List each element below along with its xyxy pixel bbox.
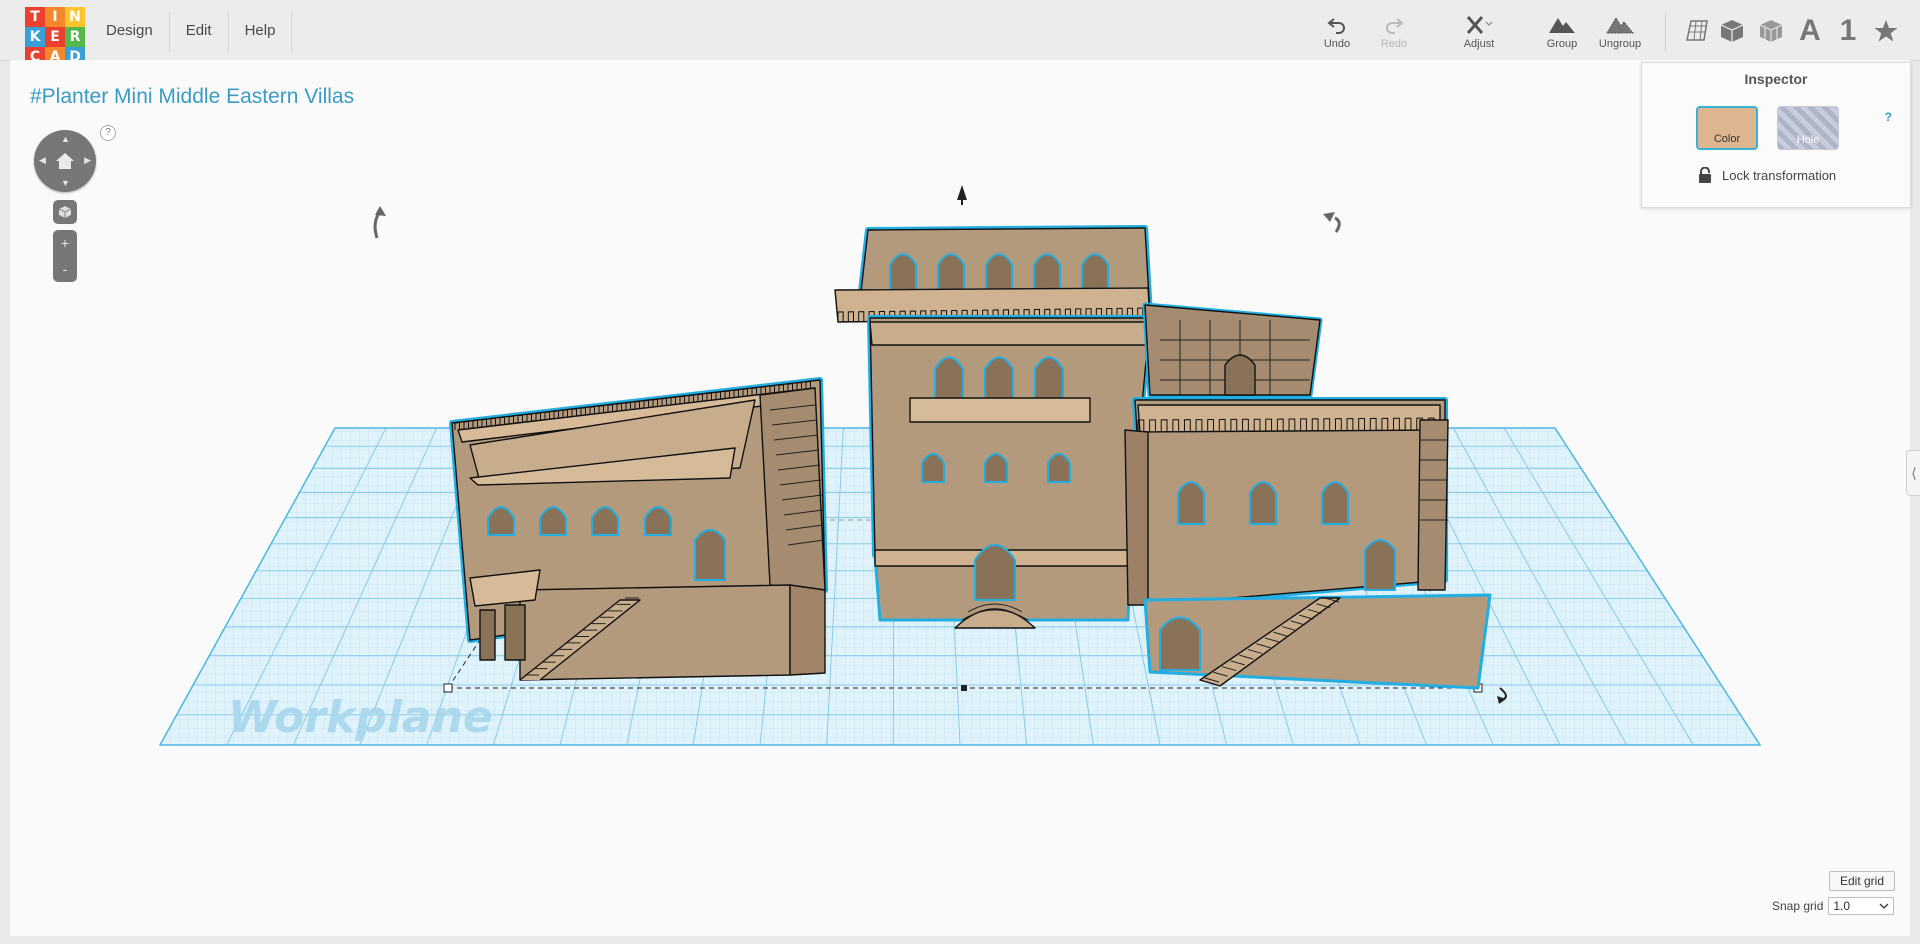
zoom-control: + - [53, 230, 77, 282]
snap-grid-label: Snap grid [1772, 899, 1824, 913]
lock-icon [1699, 167, 1711, 183]
3d-scene: Workplane [158, 185, 1762, 746]
move-up-arrow[interactable] [957, 185, 967, 205]
chevron-down-icon [1879, 903, 1889, 909]
cube-icon [58, 206, 72, 218]
hole-label: Hole [1796, 134, 1820, 146]
color-label: Color [1713, 133, 1741, 145]
color-swatch-button[interactable]: Color [1696, 106, 1758, 150]
project-title[interactable]: #Planter Mini Middle Eastern Villas [30, 85, 354, 109]
snap-grid-select[interactable]: 1.0 [1828, 897, 1895, 915]
corner-handle-left[interactable] [443, 683, 453, 693]
home-icon[interactable] [55, 151, 75, 171]
lock-transformation-toggle[interactable]: Lock transformation [1698, 167, 1836, 183]
hole-swatch-button[interactable]: Hole [1777, 106, 1839, 150]
orbit-left-icon[interactable]: ◀ [39, 155, 46, 166]
edit-grid-button[interactable]: Edit grid [1829, 871, 1895, 891]
orbit-down-icon[interactable]: ▼ [61, 178, 70, 188]
villa-model[interactable] [449, 225, 1492, 690]
view-cube-button[interactable] [53, 200, 77, 224]
rotate-handle-right[interactable] [1323, 212, 1341, 233]
orbit-control[interactable]: ▲ ▼ ◀ ▶ [34, 130, 96, 192]
orbit-up-icon[interactable]: ▲ [61, 134, 70, 144]
snap-grid-control: Snap grid 1.0 [1772, 897, 1895, 915]
right-villa[interactable] [1124, 302, 1492, 690]
zoom-out-button[interactable]: - [63, 262, 68, 276]
snap-grid-value: 1.0 [1833, 899, 1851, 913]
inspector-title: Inspector [1744, 71, 1808, 87]
zoom-in-button[interactable]: + [61, 236, 69, 250]
rotate-handle-left[interactable] [373, 206, 386, 239]
left-villa[interactable] [449, 377, 828, 681]
edge-handle-front[interactable] [961, 685, 967, 691]
central-tower[interactable] [834, 225, 1153, 629]
inspector-help-icon[interactable]: ? [1885, 110, 1892, 124]
orbit-right-icon[interactable]: ▶ [84, 155, 91, 166]
collapse-panel-button[interactable]: ⟨ [1906, 450, 1920, 496]
nav-help-icon[interactable]: ? [100, 125, 116, 141]
lock-label: Lock transformation [1722, 167, 1837, 183]
inspector-panel: Inspector ? Color Hole Lock transformati… [1641, 62, 1911, 208]
workplane-label: Workplane [228, 692, 493, 743]
chevron-left-icon: ⟨ [1911, 464, 1917, 481]
